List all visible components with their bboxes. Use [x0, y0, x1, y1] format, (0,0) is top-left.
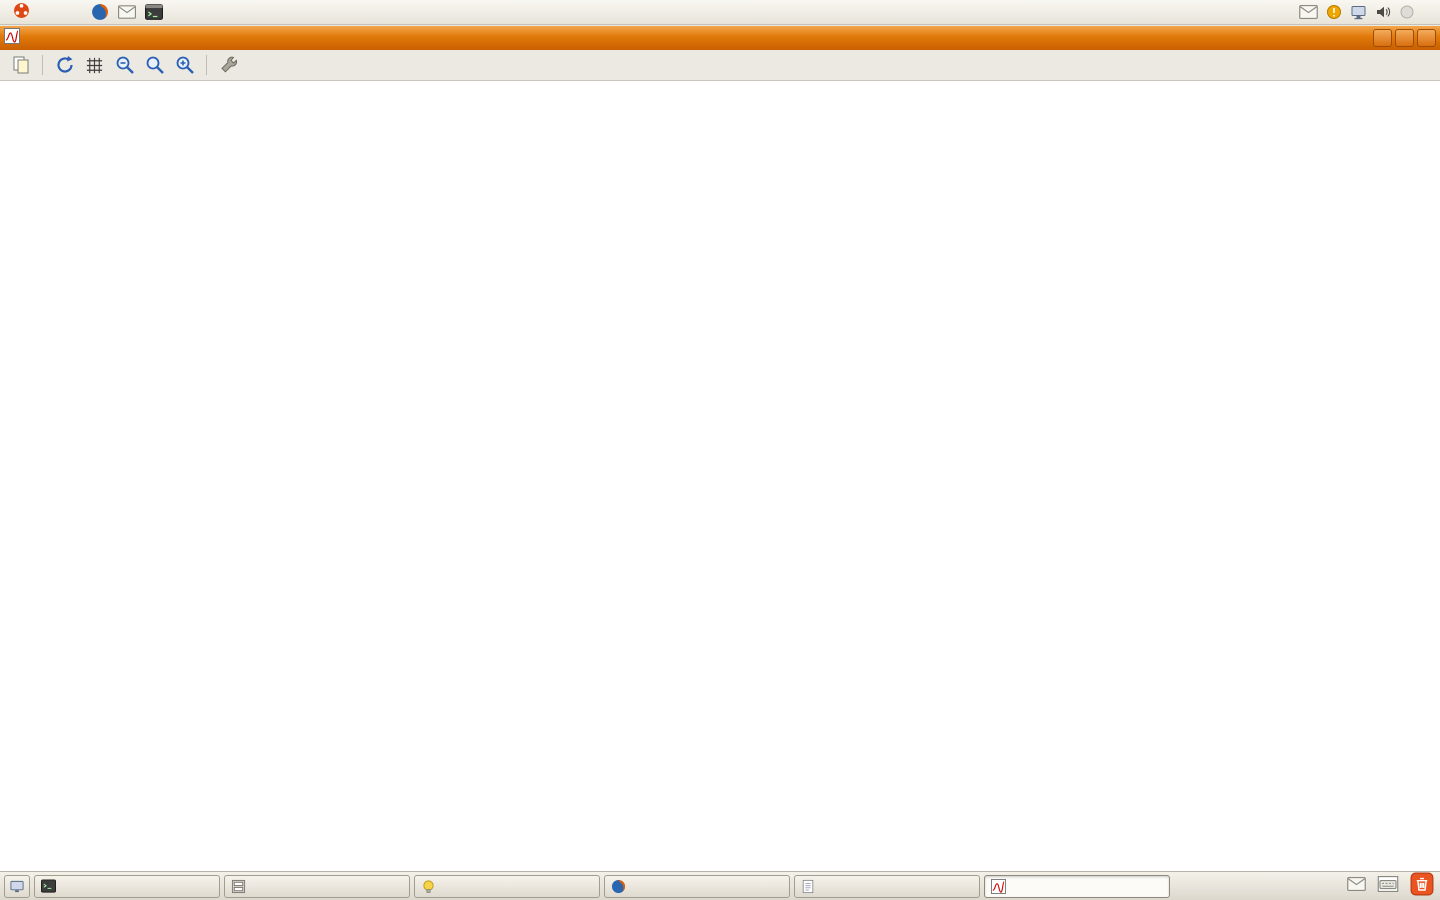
zoom-out-icon: [115, 55, 135, 75]
toggle-grid-button[interactable]: [81, 52, 108, 78]
tray-mail-icon[interactable]: [1347, 877, 1366, 896]
firefox-icon: [611, 879, 626, 894]
task-button-terminal[interactable]: [34, 875, 220, 898]
toolbar-separator: [42, 55, 43, 75]
task-button-text-editor[interactable]: [794, 875, 980, 898]
display-icon[interactable]: [1350, 4, 1367, 20]
volume-icon[interactable]: [1375, 4, 1391, 20]
zoom-in-button[interactable]: [171, 52, 198, 78]
taskbar-tray: [1336, 872, 1436, 900]
task-button-file-manager[interactable]: [224, 875, 410, 898]
task-button-gnuplot[interactable]: [984, 875, 1170, 898]
zoom-in-icon: [175, 55, 195, 75]
update-notifier-icon[interactable]: [1326, 4, 1342, 20]
task-button-firefox[interactable]: [604, 875, 790, 898]
firefox-launcher-icon[interactable]: [91, 3, 109, 21]
gnuplot-icon: [991, 879, 1006, 894]
zoom-out-button[interactable]: [111, 52, 138, 78]
menu-places[interactable]: [43, 10, 59, 14]
gnuplot-window: [0, 26, 1440, 871]
grid-icon: [85, 56, 104, 75]
top-panel: [0, 0, 1440, 25]
file-manager-icon: [231, 879, 246, 894]
show-desktop-button[interactable]: [4, 875, 30, 898]
minimize-button[interactable]: [1373, 29, 1392, 47]
replot-icon: [55, 55, 75, 75]
terminal-launcher-icon[interactable]: [145, 4, 163, 20]
plot-area: [0, 81, 1440, 871]
tray-mail-icon[interactable]: [1299, 5, 1318, 19]
window-controls: [1373, 29, 1436, 47]
maximize-button[interactable]: [1395, 29, 1414, 47]
copy-to-clipboard-button[interactable]: [7, 52, 34, 78]
gnuplot-window-icon: [4, 28, 20, 49]
text-editor-icon: [801, 879, 815, 894]
menu-applications[interactable]: [5, 0, 43, 24]
taskbar: [0, 871, 1440, 900]
panel-indicators: [1299, 4, 1435, 20]
copy-icon: [11, 55, 31, 75]
terminal-icon: [41, 879, 56, 893]
zoom-button[interactable]: [141, 52, 168, 78]
menu-system[interactable]: [59, 10, 75, 14]
replot-button[interactable]: [51, 52, 78, 78]
toolbar-separator: [206, 55, 207, 75]
mail-launcher-icon[interactable]: [118, 5, 136, 19]
plot-correlation[interactable]: [0, 541, 1440, 851]
titlebar[interactable]: [0, 26, 1440, 50]
configure-button[interactable]: [215, 52, 242, 78]
trash-icon[interactable]: [1410, 872, 1434, 900]
plot-echo-signals[interactable]: [0, 231, 1440, 541]
task-button-gajim[interactable]: [414, 875, 600, 898]
gajim-icon: [421, 879, 436, 894]
panel-launchers: [91, 3, 163, 21]
zoom-icon: [145, 55, 165, 75]
weather-icon[interactable]: [1399, 4, 1415, 20]
gnuplot-toolbar: [0, 50, 1440, 81]
wrench-icon: [219, 55, 239, 75]
plot-sample-waveform[interactable]: [0, 81, 1440, 231]
ubuntu-logo-icon: [13, 2, 30, 22]
help-button[interactable]: [245, 52, 272, 78]
close-button[interactable]: [1417, 29, 1436, 47]
show-desktop-icon: [9, 879, 25, 894]
tray-keyboard-icon[interactable]: [1377, 876, 1399, 897]
